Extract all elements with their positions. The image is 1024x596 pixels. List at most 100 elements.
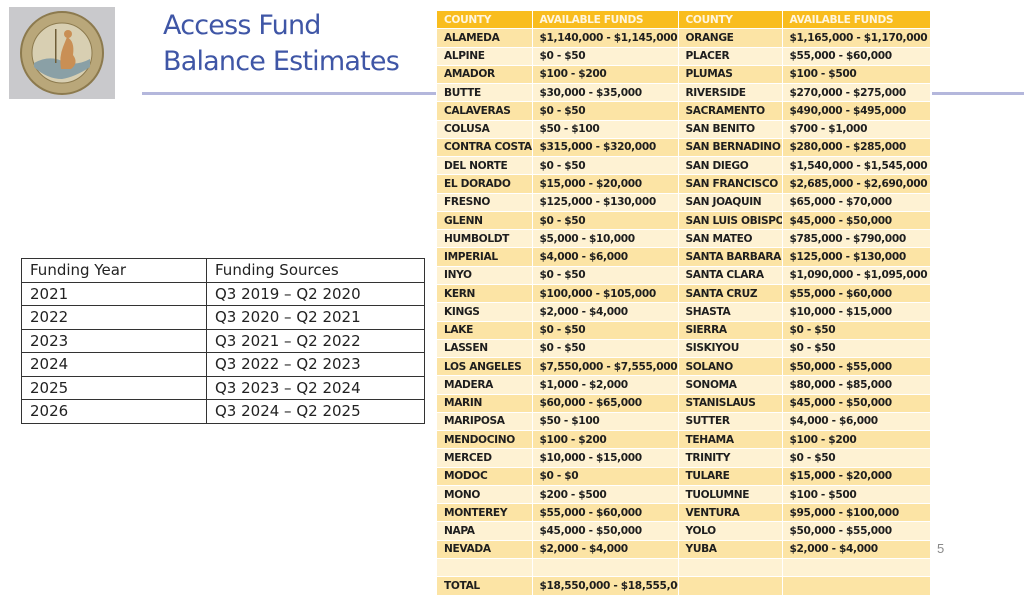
- county-cell: CONTRA COSTA: [437, 138, 533, 158]
- total-row: TOTAL $18,550,000 - $18,555,000: [437, 576, 930, 596]
- funding-sources-cell: Q3 2021 – Q2 2022: [206, 328, 425, 353]
- available-funds-cell: $50 - $100: [532, 120, 679, 139]
- available-funds-cell: $2,000 - $4,000: [782, 540, 930, 559]
- available-funds-cell: $100 - $200: [532, 65, 679, 85]
- available-funds-cell: $100 - $200: [532, 430, 679, 450]
- available-funds-cell: $0 - $50: [532, 211, 679, 231]
- state-seal-icon: [20, 11, 104, 95]
- table-row: 2026 Q3 2024 – Q2 2025: [21, 399, 425, 424]
- county-cell: SOLANO: [678, 357, 783, 377]
- available-funds-cell: $5,000 - $10,000: [532, 229, 679, 249]
- table-row: 2022 Q3 2020 – Q2 2021: [21, 305, 425, 330]
- county-cell: SHASTA: [678, 302, 783, 322]
- county-cell: SANTA CLARA: [678, 266, 783, 285]
- available-funds-cell: $55,000 - $60,000: [782, 47, 930, 66]
- funding-sources-cell: Q3 2020 – Q2 2021: [206, 305, 425, 330]
- available-funds-cell: $80,000 - $85,000: [782, 375, 930, 395]
- table-row: DEL NORTE $0 - $50 SAN DIEGO $1,540,000 - $…: [437, 156, 930, 176]
- county-cell: LASSEN: [437, 339, 533, 359]
- county-cell: SUTTER: [678, 412, 783, 432]
- county-cell: TRINITY: [678, 448, 783, 468]
- available-funds-cell: $2,685,000 - $2,690,000: [782, 174, 930, 194]
- title-divider-right: [932, 92, 1024, 95]
- available-funds-cell: $55,000 - $60,000: [532, 503, 679, 523]
- funding-sources-cell: Q3 2019 – Q2 2020: [206, 281, 425, 306]
- table-row: 2024 Q3 2022 – Q2 2023: [21, 352, 425, 377]
- title-line-2: Balance Estimates: [163, 46, 400, 77]
- county-cell: SISKIYOU: [678, 339, 783, 359]
- table-row: MARIN $60,000 - $65,000 STANISLAUS $45,000 …: [437, 394, 930, 413]
- table-row: CONTRA COSTA $315,000 - $320,000 SAN BERNA…: [437, 138, 930, 158]
- available-funds-cell: $1,140,000 - $1,145,000: [532, 28, 679, 48]
- county-cell: PLUMAS: [678, 65, 783, 85]
- county-cell: MODOC: [437, 467, 533, 486]
- table-row: MONTEREY $55,000 - $60,000 VENTURA $95,000 …: [437, 503, 930, 523]
- available-funds-cell: $2,000 - $4,000: [532, 302, 679, 322]
- available-funds-cell: $490,000 - $495,000: [782, 101, 930, 121]
- available-funds-cell: $125,000 - $130,000: [532, 193, 679, 212]
- available-funds-cell: [782, 576, 930, 596]
- table-row: FRESNO $125,000 - $130,000 SAN JOAQUIN $65,…: [437, 193, 930, 212]
- county-cell: ALPINE: [437, 47, 533, 66]
- available-funds-cell: $50,000 - $55,000: [782, 521, 930, 541]
- county-cell: SAN DIEGO: [678, 156, 783, 176]
- available-funds-cell: $1,540,000 - $1,545,000: [782, 156, 930, 176]
- available-funds-cell: $280,000 - $285,000: [782, 138, 930, 158]
- table-row: MADERA $1,000 - $2,000 SONOMA $80,000 - $85…: [437, 375, 930, 395]
- county-cell: NAPA: [437, 521, 533, 541]
- available-funds-cell: $15,000 - $20,000: [782, 467, 930, 486]
- table-row: 2023 Q3 2021 – Q2 2022: [21, 328, 425, 353]
- table-header-row: COUNTY AVAILABLE FUNDS COUNTY AVAILABLE FUN…: [437, 11, 930, 30]
- available-funds-cell: $10,000 - $15,000: [782, 302, 930, 322]
- table-row: LOS ANGELES $7,550,000 - $7,555,000 SOLANO…: [437, 357, 930, 377]
- available-funds-cell: $0 - $50: [782, 321, 930, 340]
- table-header-row: Funding Year Funding Sources: [21, 258, 425, 283]
- county-cell: [437, 558, 533, 578]
- available-funds-cell: $0 - $50: [782, 339, 930, 359]
- county-cell: MERCED: [437, 448, 533, 468]
- funding-year-cell: 2021: [21, 281, 207, 306]
- county-cell: [678, 576, 783, 596]
- available-funds-cell: $50,000 - $55,000: [782, 357, 930, 377]
- county-cell: MARIPOSA: [437, 412, 533, 432]
- county-cell: MADERA: [437, 375, 533, 395]
- county-cell: CALAVERAS: [437, 101, 533, 121]
- available-funds-cell: $30,000 - $35,000: [532, 83, 679, 103]
- county-cell: IMPERIAL: [437, 247, 533, 267]
- table-row: MERCED $10,000 - $15,000 TRINITY $0 - $50: [437, 448, 930, 468]
- county-cell: ALAMEDA: [437, 28, 533, 48]
- state-seal-logo: [9, 7, 115, 99]
- available-funds-cell: $65,000 - $70,000: [782, 193, 930, 212]
- available-funds-cell: $0 - $50: [532, 101, 679, 121]
- county-cell: SAN MATEO: [678, 229, 783, 249]
- table-row: ALAMEDA $1,140,000 - $1,145,000 ORANGE $1,1…: [437, 28, 930, 48]
- table-row: KINGS $2,000 - $4,000 SHASTA $10,000 - $15,…: [437, 302, 930, 322]
- county-cell: DEL NORTE: [437, 156, 533, 176]
- available-funds-cell: $1,090,000 - $1,095,000: [782, 266, 930, 285]
- table-row: GLENN $0 - $50 SAN LUIS OBISPO $45,000 - $5…: [437, 211, 930, 231]
- available-funds-cell: [782, 558, 930, 578]
- table-row: AMADOR $100 - $200 PLUMAS $100 - $500: [437, 65, 930, 85]
- county-cell: BUTTE: [437, 83, 533, 103]
- county-cell: SAN LUIS OBISPO: [678, 211, 783, 231]
- table-row: MENDOCINO $100 - $200 TEHAMA $100 - $200: [437, 430, 930, 450]
- county-funds-table: COUNTY AVAILABLE FUNDS COUNTY AVAILABLE FUN…: [437, 11, 930, 596]
- available-funds-cell: $4,000 - $6,000: [782, 412, 930, 432]
- available-funds-cell: $100 - $500: [782, 65, 930, 85]
- funding-year-cell: 2023: [21, 328, 207, 353]
- county-cell: SIERRA: [678, 321, 783, 340]
- available-funds-cell: $45,000 - $50,000: [532, 521, 679, 541]
- table-row: MARIPOSA $50 - $100 SUTTER $4,000 - $6,000: [437, 412, 930, 432]
- available-funds-cell: $125,000 - $130,000: [782, 247, 930, 267]
- county-cell: SONOMA: [678, 375, 783, 395]
- county-cell: RIVERSIDE: [678, 83, 783, 103]
- available-funds-cell: $10,000 - $15,000: [532, 448, 679, 468]
- county-cell: MONTEREY: [437, 503, 533, 523]
- county-cell: KERN: [437, 284, 533, 304]
- table-row: NAPA $45,000 - $50,000 YOLO $50,000 - $55,0…: [437, 521, 930, 541]
- county-cell: SAN FRANCISCO: [678, 174, 783, 194]
- table-row: 2021 Q3 2019 – Q2 2020: [21, 281, 425, 306]
- county-cell: NEVADA: [437, 540, 533, 559]
- header-county: COUNTY: [437, 11, 533, 30]
- county-cell: EL DORADO: [437, 174, 533, 194]
